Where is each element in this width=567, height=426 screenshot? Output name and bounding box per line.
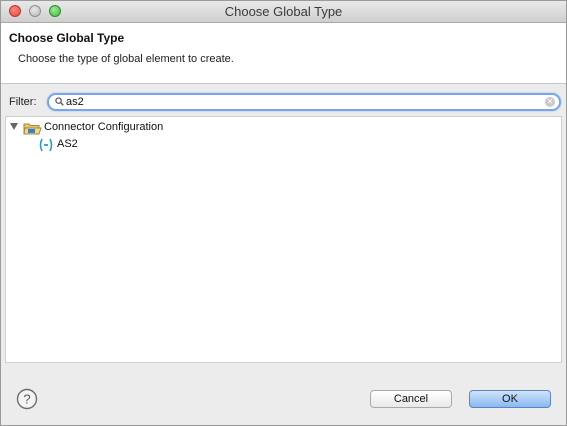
cancel-button[interactable]: Cancel (370, 390, 452, 408)
filter-label: Filter: (9, 96, 37, 108)
tree-item-label: Connector Configuration (44, 121, 164, 133)
folder-icon (23, 123, 42, 135)
connector-icon (39, 138, 53, 152)
clear-filter-icon[interactable]: ✕ (545, 97, 555, 107)
filter-input[interactable] (66, 95, 536, 109)
filter-field[interactable]: ✕ (47, 93, 561, 111)
tree-item-label: AS2 (57, 138, 78, 150)
page-description: Choose the type of global element to cre… (18, 53, 234, 65)
title-bar: Choose Global Type (1, 1, 566, 23)
help-icon[interactable]: ? (16, 388, 38, 410)
search-icon (55, 97, 64, 106)
dialog-window: Choose Global Type Choose Global Type Ch… (0, 0, 567, 426)
page-title: Choose Global Type (9, 31, 125, 45)
window-title: Choose Global Type (224, 4, 343, 19)
type-tree: Connector Configuration AS2 (5, 116, 562, 363)
ok-button[interactable]: OK (469, 390, 551, 408)
svg-text:?: ? (23, 392, 30, 407)
dialog-header: Choose Global Type Choose the type of gl… (1, 23, 566, 84)
chevron-down-icon[interactable] (10, 123, 18, 130)
